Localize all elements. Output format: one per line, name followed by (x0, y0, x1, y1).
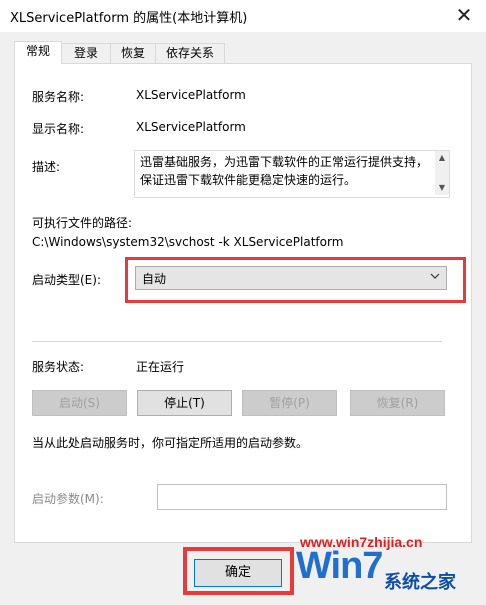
divider (32, 341, 442, 342)
service-name-value: XLServicePlatform (136, 88, 246, 102)
description-box[interactable]: 迅雷基础服务，为迅雷下载软件的正常运行提供支持，保证迅雷下载软件能更稳定快速的运… (134, 150, 450, 198)
start-params-hint: 当从此处启动服务时，你可指定所适用的启动参数。 (32, 436, 309, 450)
service-name-label: 服务名称: (32, 90, 85, 104)
scroll-down-icon[interactable]: ▼ (435, 181, 449, 195)
startup-type-label: 启动类型(E): (32, 273, 101, 287)
stop-button[interactable]: 停止(T) (137, 390, 232, 416)
exe-path-label: 可执行文件的路径: (32, 216, 133, 230)
description-scrollbar[interactable]: ▲ ▼ (435, 151, 449, 195)
watermark-site-name: 系统之家 (384, 572, 456, 593)
service-status-value: 正在运行 (136, 360, 185, 374)
tab-general[interactable]: 常规 (14, 41, 62, 64)
resume-button[interactable]: 恢复(R) (350, 390, 445, 416)
service-status-label: 服务状态: (32, 360, 85, 374)
description-label: 描述: (32, 160, 61, 174)
startup-type-value: 自动 (142, 272, 167, 286)
watermark-logo: Win7 (296, 545, 383, 587)
start-params-input[interactable] (157, 484, 447, 510)
title-bar: XLServicePlatform 的属性(本地计算机) ✕ (0, 0, 486, 33)
startup-type-select[interactable]: 自动 (135, 266, 447, 290)
tab-recovery[interactable]: 恢复 (110, 43, 156, 63)
display-name-label: 显示名称: (32, 122, 85, 136)
tab-dependencies[interactable]: 依存关系 (155, 43, 225, 63)
close-icon[interactable]: ✕ (450, 2, 478, 28)
ok-button[interactable]: 确定 (194, 559, 282, 587)
tab-logon[interactable]: 登录 (61, 43, 111, 63)
pause-button[interactable]: 暂停(P) (242, 390, 337, 416)
display-name-value: XLServicePlatform (136, 120, 246, 134)
exe-path-value: C:\Windows\system32\svchost -k XLService… (32, 235, 344, 249)
chevron-down-icon (430, 273, 440, 279)
start-button[interactable]: 启动(S) (32, 390, 127, 416)
scroll-up-icon[interactable]: ▲ (435, 151, 449, 165)
window-title: XLServicePlatform 的属性(本地计算机) (10, 11, 248, 26)
start-params-label: 启动参数(M): (32, 492, 104, 506)
description-text: 迅雷基础服务，为迅雷下载软件的正常运行提供支持，保证迅雷下载软件能更稳定快速的运… (140, 155, 429, 187)
